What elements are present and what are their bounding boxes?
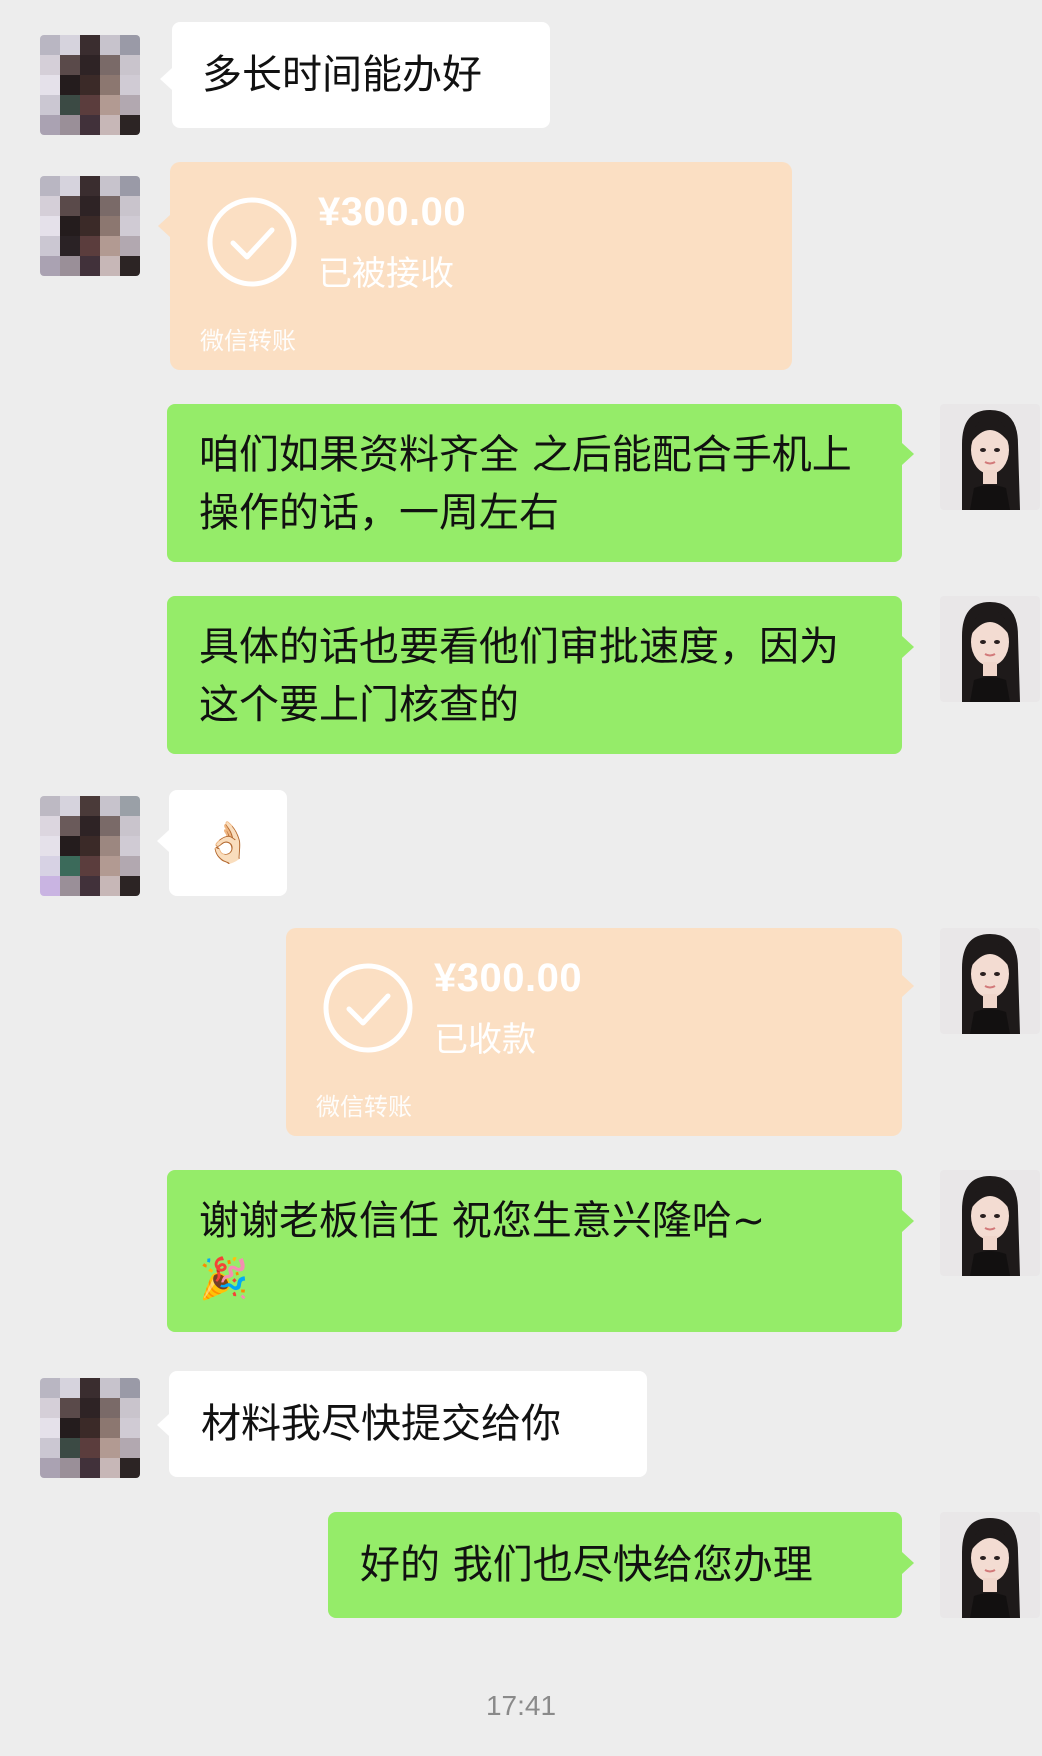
bubble-tail — [902, 1210, 914, 1232]
transfer-amount: ¥300.00 — [434, 956, 583, 1000]
contact-avatar[interactable] — [40, 35, 140, 135]
self-avatar[interactable] — [940, 596, 1040, 702]
message-bubble[interactable]: 多长时间能办好 — [172, 22, 550, 128]
check-circle-icon — [207, 197, 297, 287]
contact-avatar[interactable] — [40, 176, 140, 276]
transfer-card[interactable]: ¥300.00 已收款 微信转账 — [286, 928, 902, 1136]
bubble-tail — [160, 68, 172, 90]
message-bubble[interactable]: 好的 我们也尽快给您办理 — [328, 1512, 902, 1618]
transfer-brand: 微信转账 — [316, 1093, 412, 1121]
transfer-status: 已收款 — [434, 1020, 536, 1060]
bubble-tail — [157, 1414, 169, 1436]
bubble-tail — [902, 1552, 914, 1574]
bubble-tail — [902, 975, 914, 997]
ok-hand-emoji: 👌🏻 — [203, 820, 253, 866]
contact-avatar[interactable] — [40, 1378, 140, 1478]
bubble-tail — [902, 636, 914, 658]
pixelated-avatar-icon — [40, 1378, 140, 1478]
portrait-avatar-icon — [940, 404, 1040, 510]
portrait-avatar-icon — [940, 1512, 1040, 1618]
bubble-tail — [158, 215, 170, 237]
self-avatar[interactable] — [940, 404, 1040, 510]
self-avatar[interactable] — [940, 928, 1040, 1034]
pixelated-avatar-icon — [40, 35, 140, 135]
message-text: 多长时间能办好 — [202, 52, 482, 98]
portrait-avatar-icon — [940, 1170, 1040, 1276]
message-bubble[interactable]: 咱们如果资料齐全 之后能配合手机上操作的话，一周左右 — [167, 404, 902, 562]
message-bubble[interactable]: 具体的话也要看他们审批速度，因为这个要上门核查的 — [167, 596, 902, 754]
message-bubble[interactable]: 谢谢老板信任 祝您生意兴隆哈~ 🎉 — [167, 1170, 902, 1332]
bubble-tail — [157, 830, 169, 852]
transfer-card[interactable]: ¥300.00 已被接收 微信转账 — [170, 162, 792, 370]
bubble-tail — [902, 443, 914, 465]
message-bubble[interactable]: 👌🏻 — [169, 790, 287, 896]
message-text: 具体的话也要看他们审批速度，因为这个要上门核查的 — [199, 624, 839, 728]
check-circle-icon — [323, 963, 413, 1053]
self-avatar[interactable] — [940, 1512, 1040, 1618]
portrait-avatar-icon — [940, 596, 1040, 702]
pixelated-avatar-icon — [40, 176, 140, 276]
message-text: 材料我尽快提交给你 — [201, 1401, 561, 1447]
message-timestamp: 17:41 — [485, 1690, 557, 1721]
message-bubble[interactable]: 材料我尽快提交给你 — [169, 1371, 647, 1477]
party-popper-emoji: 🎉 — [199, 1256, 249, 1302]
transfer-amount: ¥300.00 — [318, 190, 467, 234]
transfer-brand: 微信转账 — [200, 327, 296, 355]
message-text: 好的 我们也尽快给您办理 — [360, 1542, 813, 1588]
transfer-status: 已被接收 — [318, 254, 454, 294]
portrait-avatar-icon — [940, 928, 1040, 1034]
message-text: 咱们如果资料齐全 之后能配合手机上操作的话，一周左右 — [199, 432, 852, 536]
contact-avatar[interactable] — [40, 796, 140, 896]
self-avatar[interactable] — [940, 1170, 1040, 1276]
message-text: 谢谢老板信任 祝您生意兴隆哈~ — [199, 1198, 766, 1244]
pixelated-avatar-icon — [40, 796, 140, 896]
